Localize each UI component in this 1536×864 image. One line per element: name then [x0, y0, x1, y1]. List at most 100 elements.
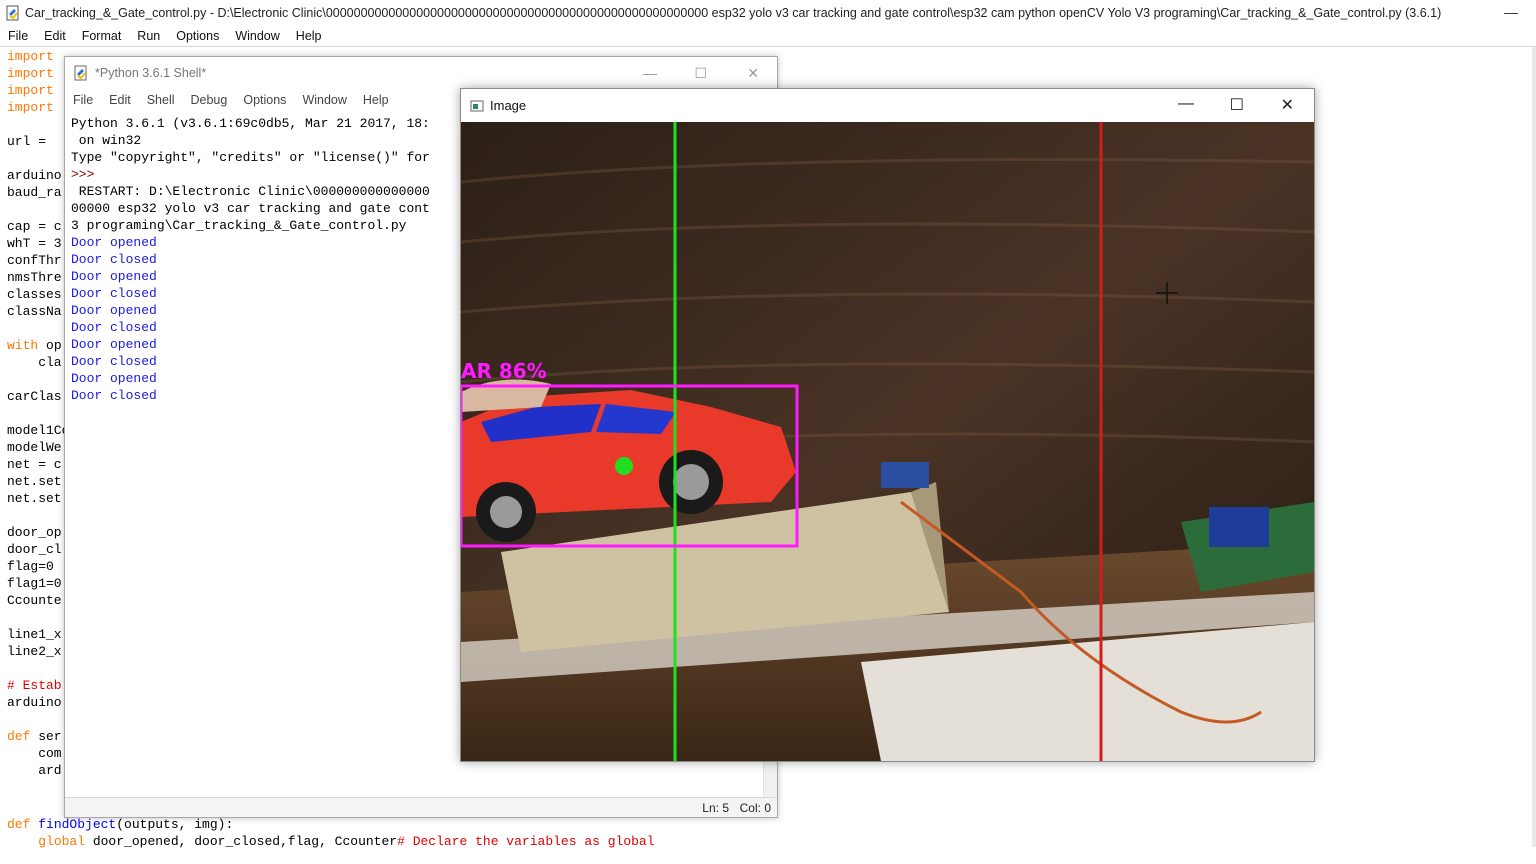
code-line[interactable]: model1Co	[7, 422, 69, 439]
code-line[interactable]: net.set	[7, 490, 69, 507]
editor-code-area[interactable]: import import import import url = arduin…	[7, 48, 69, 779]
editor-menu-file[interactable]: File	[0, 27, 36, 45]
code-line[interactable]: arduino	[7, 167, 69, 184]
detection-label: AR 86%	[461, 359, 547, 383]
python-file-icon	[5, 5, 21, 21]
code-line[interactable]: flag=0	[7, 558, 69, 575]
shell-header-line: Python 3.6.1 (v3.6.1:69c0db5, Mar 21 201…	[71, 116, 430, 131]
shell-menu-debug[interactable]: Debug	[183, 91, 236, 109]
shell-menu-edit[interactable]: Edit	[101, 91, 139, 109]
code-keyword: def	[7, 729, 31, 744]
code-line[interactable]: cla	[7, 354, 69, 371]
shell-menu-window[interactable]: Window	[294, 91, 354, 109]
code-line[interactable]	[7, 660, 69, 677]
shell-output-line: Door opened	[71, 269, 157, 284]
function-name: findObject	[38, 817, 117, 832]
editor-menu-window[interactable]: Window	[227, 27, 287, 45]
code-line[interactable]	[7, 609, 69, 626]
code-line[interactable]	[7, 405, 69, 422]
image-close-button[interactable]: ✕	[1281, 95, 1294, 115]
code-line[interactable]: door_cl	[7, 541, 69, 558]
code-line[interactable]: import	[7, 99, 69, 116]
shell-restart-line: 3 programing\Car_tracking_&_Gate_control…	[71, 218, 407, 233]
editor-menu-format[interactable]: Format	[74, 27, 130, 45]
shell-menu-options[interactable]: Options	[235, 91, 294, 109]
shell-output-line: Door closed	[71, 286, 157, 301]
code-line[interactable]	[7, 320, 69, 337]
shell-output-line: Door closed	[71, 354, 157, 369]
code-line[interactable]: cap = c	[7, 218, 69, 235]
code-line[interactable]: modelWe	[7, 439, 69, 456]
keyword-def: def	[7, 817, 31, 832]
code-line[interactable]	[7, 371, 69, 388]
code-line[interactable]: url =	[7, 133, 69, 150]
editor-code-line-def[interactable]: def findObject(outputs, img):	[7, 816, 233, 833]
shell-menu-help[interactable]: Help	[355, 91, 397, 109]
code-line[interactable]: Ccounte	[7, 592, 69, 609]
code-keyword: with	[7, 338, 39, 353]
status-line-number: Ln: 5	[702, 801, 729, 815]
editor-menu-edit[interactable]: Edit	[36, 27, 74, 45]
code-comment: # Estab	[7, 678, 62, 693]
code-line[interactable]	[7, 150, 69, 167]
code-line[interactable]: net = c	[7, 456, 69, 473]
shell-title: *Python 3.6.1 Shell*	[95, 66, 207, 80]
editor-title: Car_tracking_&_Gate_control.py - D:\Elec…	[25, 6, 1442, 20]
editor-minimize-button[interactable]: —	[1504, 4, 1518, 20]
shell-text[interactable]: Python 3.6.1 (v3.6.1:69c0db5, Mar 21 201…	[71, 115, 430, 404]
image-minimize-button[interactable]: —	[1178, 95, 1194, 113]
code-line[interactable]: flag1=0	[7, 575, 69, 592]
function-args: (outputs, img):	[116, 817, 234, 832]
servo-motor	[881, 462, 929, 488]
code-line[interactable]	[7, 507, 69, 524]
code-line[interactable]: import	[7, 82, 69, 99]
code-keyword: import	[7, 100, 54, 115]
code-line[interactable]: nmsThre	[7, 269, 69, 286]
code-line[interactable]	[7, 711, 69, 728]
opencv-window-icon	[470, 99, 484, 113]
code-line[interactable]: com	[7, 745, 69, 762]
code-line[interactable]: carClas	[7, 388, 69, 405]
shell-restart-line: RESTART: D:\Electronic Clinic\0000000000…	[71, 184, 430, 199]
shell-maximize-button[interactable]: ☐	[694, 65, 707, 82]
code-line[interactable]: classNa	[7, 303, 69, 320]
code-line[interactable]: confThr	[7, 252, 69, 269]
keyword-global: global	[38, 834, 86, 849]
code-line[interactable]: line2_x	[7, 643, 69, 660]
image-maximize-button[interactable]: ☐	[1230, 95, 1244, 115]
code-line[interactable]: import	[7, 65, 69, 82]
code-line[interactable]: def ser	[7, 728, 69, 745]
shell-close-button[interactable]: ✕	[747, 65, 759, 82]
shell-restart-line: 00000 esp32 yolo v3 car tracking and gat…	[71, 201, 430, 216]
code-line[interactable]: door_op	[7, 524, 69, 541]
shell-header-line: Type "copyright", "credits" or "license(…	[71, 150, 430, 165]
code-line[interactable]: net.set	[7, 473, 69, 490]
editor-code-line-global[interactable]: global door_opened, door_closed,flag, Cc…	[7, 833, 654, 850]
shell-menu-shell[interactable]: Shell	[139, 91, 183, 109]
code-line[interactable]: with op	[7, 337, 69, 354]
code-line[interactable]: arduino	[7, 694, 69, 711]
code-line[interactable]: whT = 3	[7, 235, 69, 252]
shell-output-line: Door opened	[71, 371, 157, 386]
shell-menu-file[interactable]: File	[65, 91, 101, 109]
shell-output-line: Door closed	[71, 320, 157, 335]
shell-minimize-button[interactable]: —	[643, 65, 657, 81]
editor-menu-options[interactable]: Options	[168, 27, 227, 45]
image-window: Image — ☐ ✕ AR 86%	[460, 88, 1315, 762]
image-titlebar[interactable]: Image — ☐ ✕	[461, 89, 1314, 122]
code-line[interactable]: baud_ra	[7, 184, 69, 201]
code-line[interactable]: import	[7, 48, 69, 65]
code-line[interactable]: # Estab	[7, 677, 69, 694]
code-line[interactable]	[7, 201, 69, 218]
code-line[interactable]: classes	[7, 286, 69, 303]
code-line[interactable]	[7, 116, 69, 133]
code-line[interactable]: ard	[7, 762, 69, 779]
editor-menu-help[interactable]: Help	[288, 27, 330, 45]
camera-frame[interactable]: AR 86%	[461, 122, 1314, 761]
editor-menu-run[interactable]: Run	[129, 27, 168, 45]
code-line[interactable]: line1_x	[7, 626, 69, 643]
shell-prompt: >>>	[71, 167, 95, 182]
shell-titlebar[interactable]: *Python 3.6.1 Shell* — ☐ ✕	[65, 57, 777, 89]
editor-titlebar[interactable]: Car_tracking_&_Gate_control.py - D:\Elec…	[0, 0, 1536, 26]
editor-scrollbar[interactable]	[1532, 47, 1536, 847]
